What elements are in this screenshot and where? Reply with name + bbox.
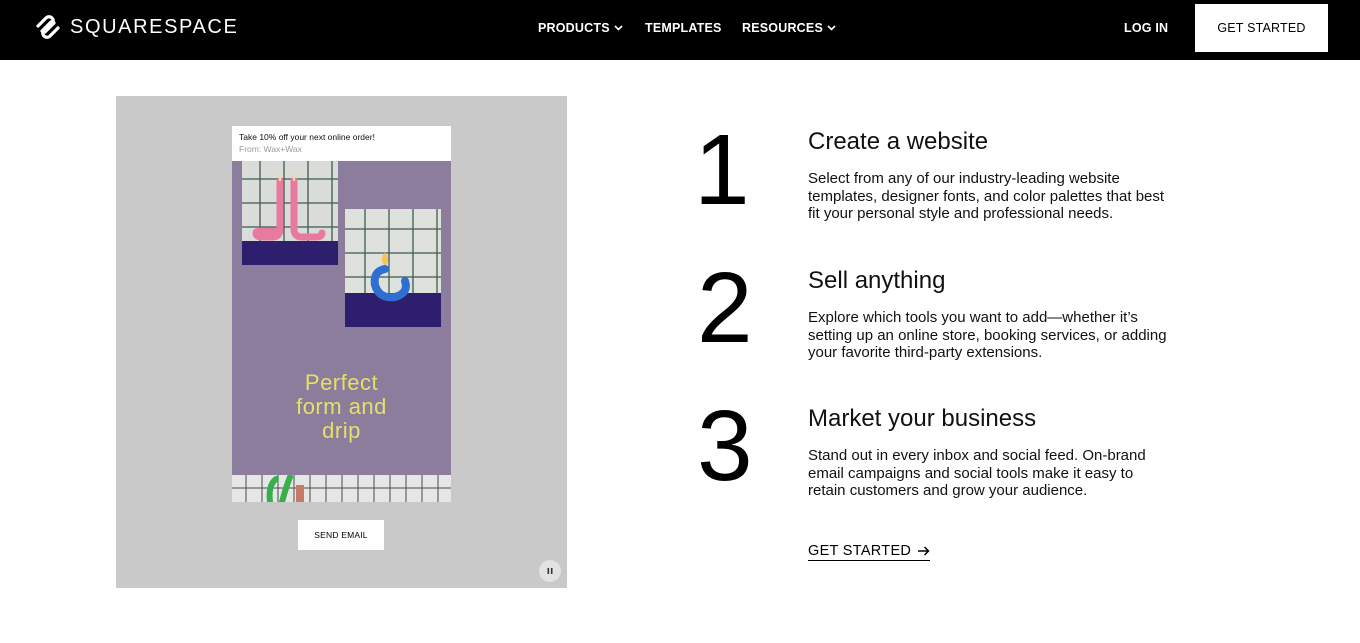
nav-resources-label: RESOURCES: [742, 21, 823, 35]
blue-candle-photo: [345, 209, 441, 327]
email-campaign-demo: Take 10% off your next online order! Fro…: [116, 96, 567, 588]
nav-resources[interactable]: RESOURCES: [742, 0, 836, 56]
chevron-down-icon: [827, 25, 836, 31]
email-headline: Perfect form and drip: [232, 371, 451, 443]
pink-candle-photo: [242, 161, 338, 265]
step-description-line: setting up an online store, booking serv…: [808, 326, 1167, 344]
email-subject: Take 10% off your next online order!: [239, 132, 375, 142]
nav-templates-label: TEMPLATES: [645, 21, 722, 35]
step-description: Select from any of our industry-leading …: [808, 170, 1188, 223]
step-description-line: your favorite third-party extensions.: [808, 344, 1043, 361]
send-email-button[interactable]: SEND EMAIL: [298, 520, 384, 550]
pause-icon: [547, 568, 553, 574]
email-sender: From: Wax+Wax: [239, 144, 302, 154]
step-description-line: fit your personal style and professional…: [808, 205, 1114, 222]
step-description-line: retain customers and grow your audience.: [808, 482, 1088, 499]
squarespace-logo-icon: [36, 15, 60, 39]
get-started-button[interactable]: GET STARTED: [1195, 4, 1328, 52]
squarespace-logo[interactable]: SQUARESPACE: [32, 13, 238, 41]
email-headline-line: form and: [296, 394, 387, 419]
step-description-line: Explore which tools you want to add—whet…: [808, 309, 1138, 326]
step-number: 3: [697, 390, 753, 502]
step-description: Stand out in every inbox and social feed…: [808, 447, 1188, 500]
nav-products-label: PRODUCTS: [538, 21, 610, 35]
step-number: 2: [697, 252, 753, 364]
arrow-right-icon: [918, 546, 930, 556]
nav-products[interactable]: PRODUCTS: [538, 0, 623, 56]
email-hero-image: Perfect form and drip: [232, 161, 451, 475]
email-headline-line: Perfect: [304, 370, 379, 395]
nav-templates[interactable]: TEMPLATES: [645, 0, 722, 56]
step-title: Create a website: [808, 128, 989, 155]
step-description: Explore which tools you want to add—whet…: [808, 309, 1188, 362]
step-title: Market your business: [808, 405, 1037, 432]
email-headline-line: drip: [322, 418, 361, 443]
log-in-link[interactable]: LOG IN: [1124, 0, 1168, 56]
step-title: Sell anything: [808, 267, 946, 294]
pause-button[interactable]: [539, 560, 561, 582]
step-description-line: templates, designer fonts, and color pal…: [808, 187, 1165, 205]
step-number: 1: [694, 114, 750, 226]
chevron-down-icon: [614, 25, 623, 31]
step-description-line: Select from any of our industry-leading …: [808, 170, 1120, 187]
log-in-label: LOG IN: [1124, 21, 1169, 35]
tile-strip-photo: [232, 475, 451, 502]
email-preview-card: Take 10% off your next online order! Fro…: [232, 126, 451, 502]
brand-name: SQUARESPACE: [70, 15, 239, 38]
get-started-link[interactable]: GET STARTED: [808, 543, 931, 561]
step-description-line: email campaigns and social tools make it…: [808, 464, 1134, 482]
step-description-line: Stand out in every inbox and social feed…: [808, 447, 1146, 464]
top-navigation-bar: SQUARESPACE PRODUCTS TEMPLATES RESOURCES…: [0, 0, 1360, 60]
get-started-link-label: GET STARTED: [808, 543, 912, 559]
